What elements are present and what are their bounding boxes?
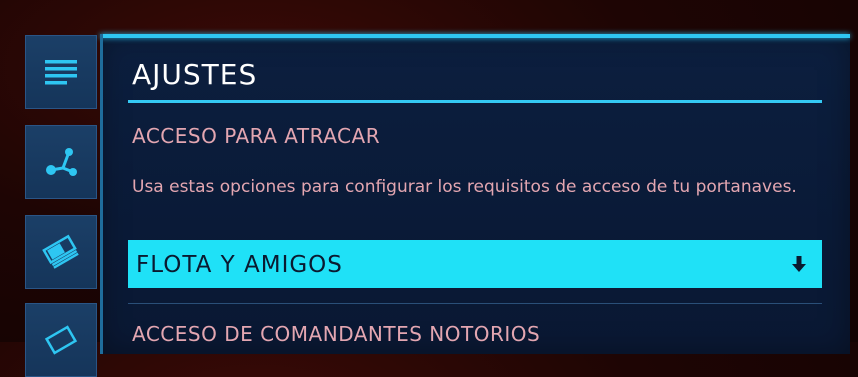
- tab-credits[interactable]: [25, 215, 97, 289]
- list-icon: [45, 60, 77, 85]
- section-divider: [128, 303, 822, 304]
- credits-stack-icon: [42, 234, 79, 269]
- settings-panel: AJUSTES ACCESO PARA ATRACAR Usa estas op…: [100, 34, 850, 354]
- panel-title: AJUSTES: [132, 58, 258, 91]
- network-nodes-icon: [46, 148, 77, 176]
- panel-top-accent: [100, 34, 850, 38]
- tab-list[interactable]: [25, 35, 97, 109]
- docking-access-dropdown[interactable]: FLOTA Y AMIGOS: [128, 240, 822, 288]
- down-arrow-icon: [792, 256, 806, 272]
- cargo-icon: [44, 325, 78, 355]
- docking-access-heading: ACCESO PARA ATRACAR: [132, 124, 381, 148]
- tab-cargo[interactable]: [25, 303, 97, 377]
- dropdown-selected-value: FLOTA Y AMIGOS: [136, 252, 343, 278]
- panel-left-border: [100, 34, 103, 354]
- tab-network[interactable]: [25, 125, 97, 199]
- docking-access-description: Usa estas opciones para configurar los r…: [132, 177, 797, 197]
- title-divider: [128, 100, 822, 103]
- notorious-access-heading: ACCESO DE COMANDANTES NOTORIOS: [132, 322, 541, 346]
